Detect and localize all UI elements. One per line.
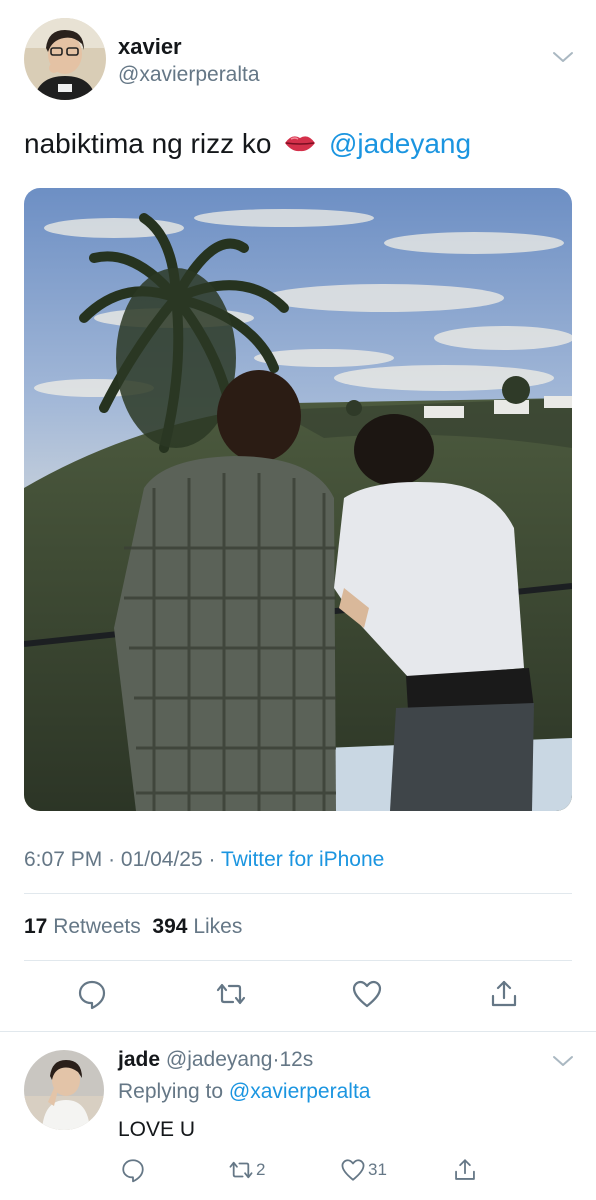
retweets-count: 17 — [24, 915, 48, 938]
share-icon — [455, 1159, 475, 1180]
lips-icon — [285, 136, 316, 152]
retweet-icon — [216, 983, 246, 1005]
reply-like-button[interactable]: 31 — [340, 1156, 387, 1184]
reply-time: 12s — [279, 1048, 314, 1071]
retweet-icon — [229, 1161, 253, 1179]
avatar-image — [24, 18, 106, 100]
reply-action-bar: 2 31 — [0, 1156, 596, 1186]
replying-label: Replying to — [118, 1080, 224, 1103]
reply-tweet[interactable]: jade @jadeyang·12s Replying to @xavierpe… — [0, 1034, 596, 1200]
reply-header: jade @jadeyang·12s — [118, 1048, 313, 1072]
reply-handle[interactable]: @jadeyang — [166, 1048, 273, 1071]
share-button[interactable] — [488, 978, 520, 1010]
likes-stat[interactable]: 394 Likes — [152, 915, 242, 938]
photo-image — [24, 188, 572, 811]
mention-link[interactable]: @jadeyang — [329, 128, 471, 159]
share-icon — [491, 980, 517, 1007]
tweet-stats: 17 Retweets 394 Likes — [24, 915, 242, 939]
reply-avatar[interactable] — [24, 1050, 104, 1130]
retweets-stat[interactable]: 17 Retweets — [24, 915, 141, 938]
user-handle[interactable]: @xavierperalta — [118, 63, 260, 87]
tweet-meta: 6:07 PM · 01/04/25 · Twitter for iPhone — [24, 848, 384, 872]
reply-share-button[interactable] — [452, 1156, 478, 1184]
like-icon — [352, 980, 382, 1008]
reply-icon — [122, 1159, 144, 1183]
divider — [0, 1031, 596, 1032]
retweets-label: Retweets — [53, 915, 141, 938]
meta-separator: · — [208, 848, 221, 871]
tweet-photo[interactable] — [24, 188, 572, 811]
chevron-down-icon[interactable] — [552, 50, 574, 64]
reply-icon — [78, 980, 106, 1010]
likes-count: 394 — [152, 915, 188, 938]
tweet-text: nabiktima ng rizz ko @jadeyang — [24, 128, 471, 160]
tweet-source-link[interactable]: Twitter for iPhone — [221, 848, 384, 871]
replying-to-link[interactable]: @xavierperalta — [229, 1080, 371, 1103]
avatar[interactable] — [24, 18, 106, 100]
retweet-button[interactable] — [215, 978, 247, 1010]
like-icon — [341, 1159, 365, 1181]
reply-retweet-button[interactable]: 2 — [228, 1156, 265, 1184]
tweet-action-bar — [0, 978, 596, 1014]
reply-reply-button[interactable] — [120, 1156, 146, 1184]
reply-display-name[interactable]: jade — [118, 1048, 160, 1071]
display-name[interactable]: xavier — [118, 34, 182, 60]
divider — [24, 960, 572, 961]
reply-like-count: 31 — [368, 1160, 387, 1179]
chevron-down-icon[interactable] — [552, 1054, 574, 1068]
likes-label: Likes — [193, 915, 243, 938]
reply-retweet-count: 2 — [256, 1160, 266, 1179]
tweet-date: 01/04/25 — [120, 848, 203, 871]
reply-text: LOVE U — [118, 1118, 196, 1141]
reply-button[interactable] — [76, 978, 108, 1010]
tweet-time: 6:07 PM — [24, 848, 103, 871]
tweet-body: nabiktima ng rizz ko — [24, 128, 272, 159]
tweet-header: xavier @xavierperalta — [24, 18, 580, 102]
replying-to: Replying to @xavierperalta — [118, 1080, 370, 1104]
like-button[interactable] — [351, 978, 383, 1010]
avatar-image — [24, 1050, 104, 1130]
divider — [24, 893, 572, 894]
meta-separator: · — [108, 848, 121, 871]
